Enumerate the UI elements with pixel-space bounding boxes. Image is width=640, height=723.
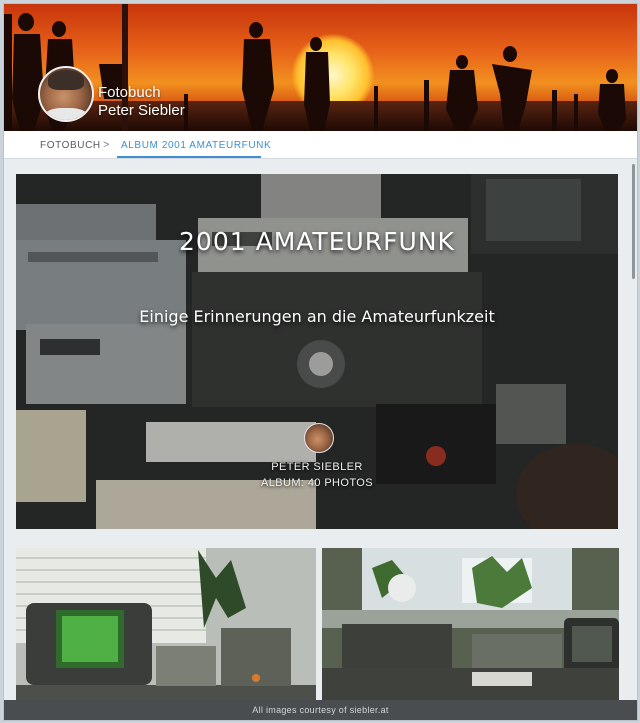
album-title: 2001 AMATEURFUNK (179, 227, 455, 256)
breadcrumb-album[interactable]: ALBUM 2001 AMATEURFUNK (121, 140, 271, 151)
brand-title: Fotobuch (98, 84, 161, 101)
brand-author: Peter Siebler (98, 102, 185, 119)
avatar-shirt (44, 108, 88, 120)
footer-credit: All images courtesy of siebler.at (4, 700, 637, 720)
breadcrumb-fotobuch[interactable]: FOTOBUCH (40, 140, 101, 151)
site-brand[interactable]: Fotobuch Peter Siebler (98, 84, 185, 120)
album-photo-count: ALBUM: 40 PHOTOS (261, 477, 373, 489)
author-avatar[interactable] (304, 423, 334, 453)
profile-avatar[interactable] (38, 66, 94, 122)
active-tab-indicator (117, 156, 261, 158)
breadcrumb: FOTOBUCH > ALBUM 2001 AMATEURFUNK (4, 131, 637, 159)
photo-thumbnail[interactable] (16, 548, 316, 700)
breadcrumb-separator-icon: > (103, 139, 111, 151)
page-frame: Fotobuch Peter Siebler FOTOBUCH > ALBUM … (3, 3, 638, 721)
photo-thumbnail[interactable] (322, 548, 619, 700)
header-banner: Fotobuch Peter Siebler (4, 4, 637, 131)
album-author[interactable]: PETER SIEBLER (16, 461, 618, 473)
avatar-hair (48, 70, 84, 90)
album-hero[interactable]: 2001 AMATEURFUNK Einige Erinnerungen an … (16, 174, 618, 529)
thumbnail-image-workbench (322, 548, 619, 700)
thumbnail-image-monitor (16, 548, 316, 700)
scrollbar[interactable] (632, 164, 635, 279)
album-subtitle: Einige Erinnerungen an die Amateurfunkze… (139, 307, 495, 326)
